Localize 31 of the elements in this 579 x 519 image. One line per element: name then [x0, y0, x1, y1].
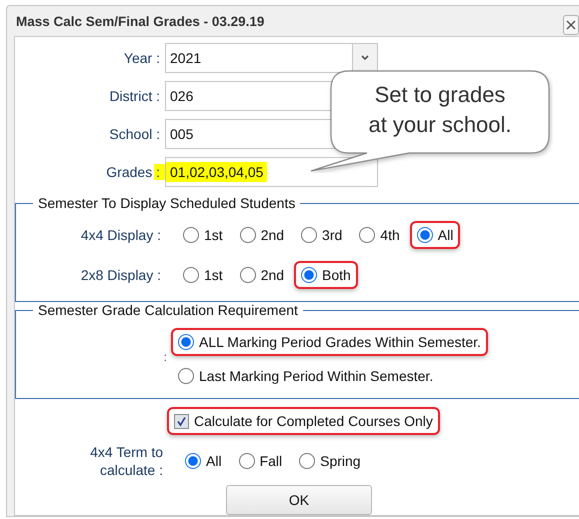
- close-icon: [565, 19, 577, 31]
- group-label: 4x4 Display :: [80, 227, 162, 243]
- radio-option[interactable]: 4th: [352, 221, 407, 249]
- ok-button[interactable]: OK: [226, 485, 372, 515]
- group-label: 4x4 Term to calculate :: [89, 443, 164, 479]
- field-label: Year :: [122, 50, 161, 66]
- group-label: :: [162, 350, 168, 364]
- radio-option[interactable]: Last Marking Period Within Semester.: [171, 362, 488, 390]
- radio-option[interactable]: Both: [294, 261, 358, 289]
- radio-option[interactable]: 1st: [176, 221, 230, 249]
- field-label: District :: [108, 88, 161, 104]
- checkbox-option[interactable]: Calculate for Completed Courses Only: [167, 407, 440, 435]
- chevron-down-icon[interactable]: [352, 44, 377, 72]
- radio-option[interactable]: All: [178, 447, 229, 475]
- close-button[interactable]: [563, 15, 579, 35]
- group-label: 2x8 Display :: [80, 267, 162, 283]
- radio-option[interactable]: ALL Marking Period Grades Within Semester.: [171, 328, 488, 356]
- field-label: School :: [108, 126, 161, 142]
- section-legend: Semester To Display Scheduled Students: [33, 195, 300, 211]
- radio-option[interactable]: 1st: [176, 261, 230, 289]
- radio-option[interactable]: All: [410, 221, 460, 249]
- radio-option[interactable]: 2nd: [232, 221, 292, 249]
- radio-option[interactable]: Fall: [232, 447, 290, 475]
- radio-option[interactable]: 3rd: [294, 221, 350, 249]
- section-legend: Semester Grade Calculation Requirement: [33, 302, 303, 318]
- dropdown-field[interactable]: 2021: [165, 43, 378, 73]
- radio-option[interactable]: 2nd: [232, 261, 292, 289]
- window-title: Mass Calc Sem/Final Grades - 03.29.19: [16, 14, 264, 28]
- radio-option[interactable]: Spring: [292, 447, 368, 475]
- input-field[interactable]: 005: [165, 119, 337, 149]
- callout-text: Set to grades at your school.: [367, 81, 513, 139]
